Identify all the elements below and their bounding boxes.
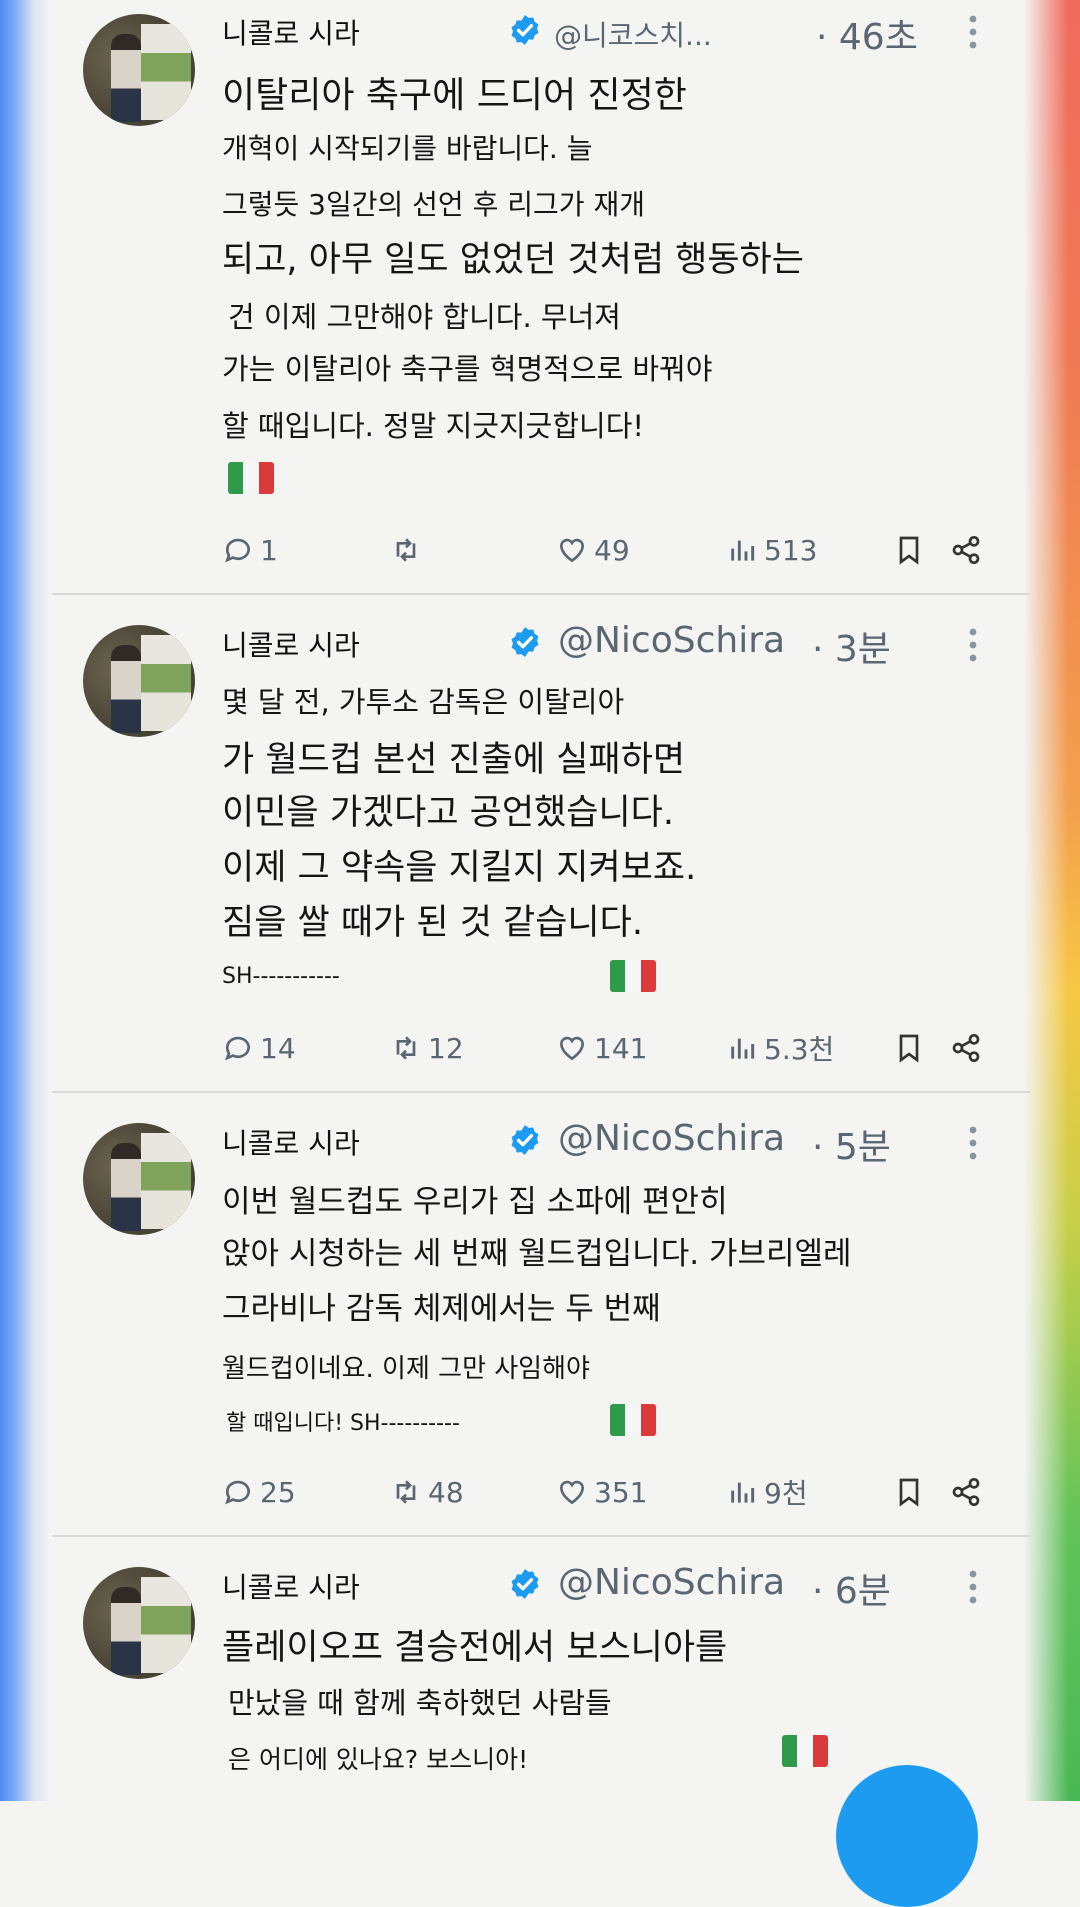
- author-handle[interactable]: @NicoSchira: [558, 1562, 785, 1603]
- tweet-text-line: 가는 이탈리아 축구를 혁명적으로 바꿔야: [222, 352, 713, 386]
- author-handle[interactable]: @NicoSchira: [558, 1118, 785, 1159]
- heart-icon: [560, 1036, 584, 1061]
- right-edge-glow: [1024, 0, 1080, 1801]
- reply-button[interactable]: 1: [222, 530, 278, 570]
- more-options-icon[interactable]: [967, 1123, 979, 1163]
- views-button[interactable]: 9천: [726, 1472, 808, 1512]
- verified-badge-icon: [511, 15, 539, 45]
- retweet-count: 48: [428, 1475, 464, 1509]
- tweet-text-line: 가 월드컵 본선 진출에 실패하면: [222, 740, 686, 780]
- tweet-text-line: 이민을 가겠다고 공언했습니다.: [222, 793, 674, 833]
- italy-flag-icon: [610, 1404, 656, 1436]
- tweet-text-line: SH-----------: [222, 964, 340, 989]
- reply-icon: [225, 1480, 250, 1505]
- view-count: 513: [764, 533, 818, 567]
- retweet-button[interactable]: 12: [390, 1028, 464, 1068]
- tweet-text-line: 몇 달 전, 가투소 감독은 이탈리아: [222, 685, 625, 719]
- like-button[interactable]: 351: [556, 1472, 647, 1512]
- tweet-text-line: 은 어디에 있나요? 보스니아!: [228, 1745, 529, 1774]
- tweet-text-line: 되고, 아무 일도 없었던 것처럼 행동하는: [222, 240, 804, 280]
- more-options-icon[interactable]: [967, 12, 979, 52]
- reply-button[interactable]: 14: [222, 1028, 296, 1068]
- tweet-text-line: 할 때입니다! SH----------: [226, 1411, 460, 1436]
- italy-flag-icon: [610, 960, 656, 992]
- view-count: 5.3천: [764, 1033, 835, 1066]
- tweet-actions: 14 12 141 5.3천: [0, 1028, 1080, 1068]
- italy-flag-icon: [228, 462, 274, 494]
- views-chart-icon: [731, 540, 755, 561]
- avatar[interactable]: [83, 1567, 195, 1679]
- avatar[interactable]: [83, 1123, 195, 1235]
- retweet-icon: [396, 538, 416, 562]
- reply-button[interactable]: 25: [222, 1472, 296, 1512]
- reply-icon: [225, 538, 250, 563]
- tweet-time[interactable]: · 6분: [812, 1562, 891, 1614]
- tweet-text-line: 플레이오프 결승전에서 보스니아를: [222, 1628, 728, 1668]
- share-icon[interactable]: [950, 534, 982, 566]
- verified-badge-icon: [511, 1569, 539, 1599]
- views-button[interactable]: 513: [726, 530, 817, 570]
- tweet-text-line: 이탈리아 축구에 드디어 진정한: [222, 75, 687, 116]
- tweet-text-line: 월드컵이네요. 이제 그만 사임해야: [222, 1354, 590, 1384]
- reply-icon: [225, 1036, 250, 1061]
- more-options-icon[interactable]: [967, 1567, 979, 1607]
- tweet-time[interactable]: · 3분: [812, 620, 891, 672]
- tweet-text-line: 만났을 때 함께 축하했던 사람들: [228, 1686, 612, 1720]
- tweet-divider: [52, 1535, 1030, 1537]
- tweet-text-line: 개혁이 시작되기를 바랍니다. 늘: [222, 132, 593, 165]
- views-chart-icon: [731, 1482, 755, 1503]
- tweet-text-line: 그라비나 감독 체제에서는 두 번째: [222, 1291, 661, 1327]
- author-handle[interactable]: @NicoSchira: [558, 620, 785, 661]
- retweet-button[interactable]: 48: [390, 1472, 464, 1512]
- tweet-text-line: 할 때입니다. 정말 지긋지긋합니다!: [222, 409, 645, 443]
- reply-count: 25: [260, 1475, 296, 1509]
- author-name[interactable]: 니콜로 시라: [222, 624, 360, 664]
- tweet-time[interactable]: · 46초: [816, 8, 918, 60]
- views-button[interactable]: 5.3천: [726, 1028, 834, 1068]
- italy-flag-icon: [782, 1735, 828, 1767]
- bookmark-icon[interactable]: [893, 534, 925, 566]
- author-name[interactable]: 니콜로 시라: [222, 12, 360, 52]
- retweet-icon: [396, 1036, 416, 1060]
- author-name[interactable]: 니콜로 시라: [222, 1566, 360, 1606]
- like-count: 351: [594, 1475, 648, 1509]
- author-handle[interactable]: @니코스치...: [554, 14, 712, 54]
- tweet-text-line: 이번 월드컵도 우리가 집 소파에 편안히: [222, 1184, 728, 1220]
- like-button[interactable]: 49: [556, 530, 630, 570]
- compose-tweet-button[interactable]: [836, 1765, 978, 1907]
- like-count: 49: [594, 533, 630, 567]
- tweet-time[interactable]: · 5분: [812, 1118, 891, 1170]
- retweet-button[interactable]: [390, 530, 428, 570]
- share-icon[interactable]: [950, 1032, 982, 1064]
- left-edge-glow: [0, 0, 52, 1801]
- heart-icon: [560, 1480, 584, 1505]
- tweet-text-line: 이제 그 약속을 지킬지 지켜보죠.: [222, 848, 697, 888]
- bookmark-icon[interactable]: [893, 1476, 925, 1508]
- tweet-divider: [52, 593, 1030, 595]
- verified-badge-icon: [511, 1125, 539, 1155]
- share-icon[interactable]: [950, 1476, 982, 1508]
- like-button[interactable]: 141: [556, 1028, 647, 1068]
- author-name[interactable]: 니콜로 시라: [222, 1122, 360, 1162]
- avatar[interactable]: [83, 625, 195, 737]
- views-chart-icon: [731, 1038, 755, 1059]
- tweet-text-line: 그렇듯 3일간의 선언 후 리그가 재개: [222, 188, 645, 221]
- tweet-text-line: 앉아 시청하는 세 번째 월드컵입니다. 가브리엘레: [222, 1236, 852, 1272]
- reply-count: 14: [260, 1031, 296, 1065]
- more-options-icon[interactable]: [967, 625, 979, 665]
- view-count: 9천: [764, 1477, 808, 1510]
- tweet-divider: [52, 1091, 1030, 1093]
- tweet-text-line: 짐을 쌀 때가 된 것 같습니다.: [222, 903, 643, 943]
- like-count: 141: [594, 1031, 648, 1065]
- avatar[interactable]: [83, 14, 195, 126]
- bookmark-icon[interactable]: [893, 1032, 925, 1064]
- tweet-actions: 1 49 513: [0, 530, 1080, 570]
- heart-icon: [560, 538, 584, 563]
- tweet-actions: 25 48 351 9천: [0, 1472, 1080, 1512]
- retweet-count: 12: [428, 1031, 464, 1065]
- reply-count: 1: [260, 533, 278, 567]
- tweet-text-line: 건 이제 그만해야 합니다. 무너져: [228, 300, 621, 334]
- verified-badge-icon: [511, 627, 539, 657]
- retweet-icon: [396, 1480, 416, 1504]
